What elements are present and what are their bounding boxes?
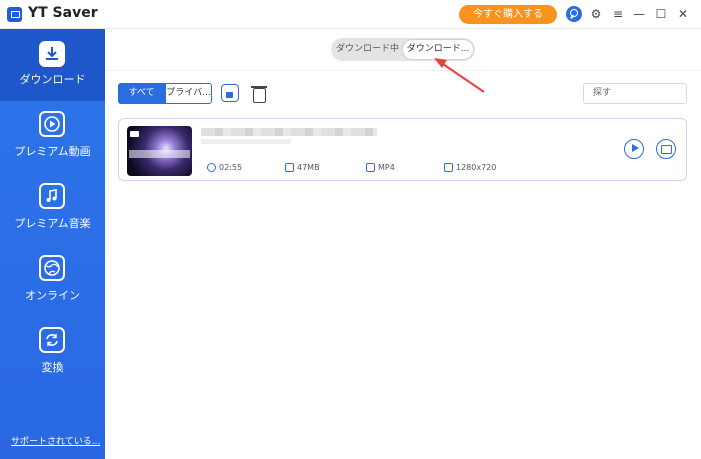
app-title: YT Saver	[28, 5, 98, 21]
sidebar-item-label: オンライン	[25, 289, 80, 302]
duration-value: 02:55	[219, 163, 243, 172]
lock-icon[interactable]	[221, 84, 239, 102]
key-icon[interactable]	[566, 6, 582, 22]
monitor-icon	[444, 163, 453, 172]
size-value: 47MB	[297, 163, 320, 172]
video-subtitle-blurred	[201, 139, 291, 144]
sidebar-item-label: プレミアム動画	[14, 145, 91, 158]
supported-sites-link[interactable]: サポートされている...	[11, 434, 100, 447]
tab-downloaded[interactable]: ダウンロード...	[403, 40, 473, 59]
size-meta: 47MB	[285, 163, 320, 172]
convert-icon	[39, 327, 65, 353]
play-icon	[39, 111, 65, 137]
resolution-meta: 1280x720	[444, 163, 496, 172]
sidebar-item-premium-music[interactable]: プレミアム音楽	[0, 173, 105, 245]
video-title-blurred	[201, 128, 377, 136]
duration-meta: 02:55	[207, 163, 242, 172]
open-folder-button[interactable]	[656, 139, 676, 159]
download-item-card[interactable]: 02:55 47MB MP4 1280x720	[118, 118, 687, 181]
main-panel: ダウンロード中 ダウンロード... すべて プライバ... 探す 02:55 4…	[105, 29, 701, 459]
thumbnail-caption-strip	[129, 150, 190, 158]
buy-now-button[interactable]: 今すぐ購入する	[459, 5, 557, 24]
globe-icon	[39, 255, 65, 281]
sidebar-item-label: 変換	[41, 361, 64, 374]
sidebar-item-download[interactable]: ダウンロード	[0, 29, 105, 101]
sidebar-item-premium-video[interactable]: プレミアム動画	[0, 101, 105, 173]
play-button[interactable]	[624, 139, 644, 159]
video-thumbnail	[127, 126, 192, 176]
resolution-value: 1280x720	[456, 163, 497, 172]
music-icon	[39, 183, 65, 209]
sidebar-item-label: プレミアム音楽	[14, 217, 91, 230]
divider	[105, 70, 701, 71]
menu-icon[interactable]: ≡	[611, 7, 625, 21]
title-bar: YT Saver 今すぐ購入する ⚙ ≡ — ☐ ✕	[0, 0, 701, 29]
search-input[interactable]: 探す	[583, 83, 687, 104]
app-logo-icon	[7, 7, 22, 22]
minimize-icon[interactable]: —	[632, 7, 646, 21]
disk-icon	[285, 163, 294, 172]
clock-icon	[207, 163, 216, 172]
filter-all-button[interactable]: すべて	[118, 83, 165, 104]
maximize-icon[interactable]: ☐	[654, 7, 668, 21]
filter-private-button[interactable]: プライバ...	[165, 83, 212, 104]
trash-icon[interactable]	[251, 84, 267, 103]
format-value: MP4	[378, 163, 395, 172]
sidebar-item-online[interactable]: オンライン	[0, 245, 105, 317]
close-icon[interactable]: ✕	[676, 7, 690, 21]
file-icon	[366, 163, 375, 172]
tab-downloading[interactable]: ダウンロード中	[336, 38, 399, 61]
gear-icon[interactable]: ⚙	[589, 7, 603, 21]
sidebar: ダウンロード プレミアム動画 プレミアム音楽 オンライン 変換 サポートされてい…	[0, 29, 105, 459]
video-camera-icon	[130, 131, 139, 137]
sidebar-item-convert[interactable]: 変換	[0, 317, 105, 389]
sidebar-item-label: ダウンロード	[19, 73, 86, 86]
download-status-toggle: ダウンロード中 ダウンロード...	[331, 38, 475, 61]
download-icon	[39, 41, 65, 67]
format-meta: MP4	[366, 163, 395, 172]
